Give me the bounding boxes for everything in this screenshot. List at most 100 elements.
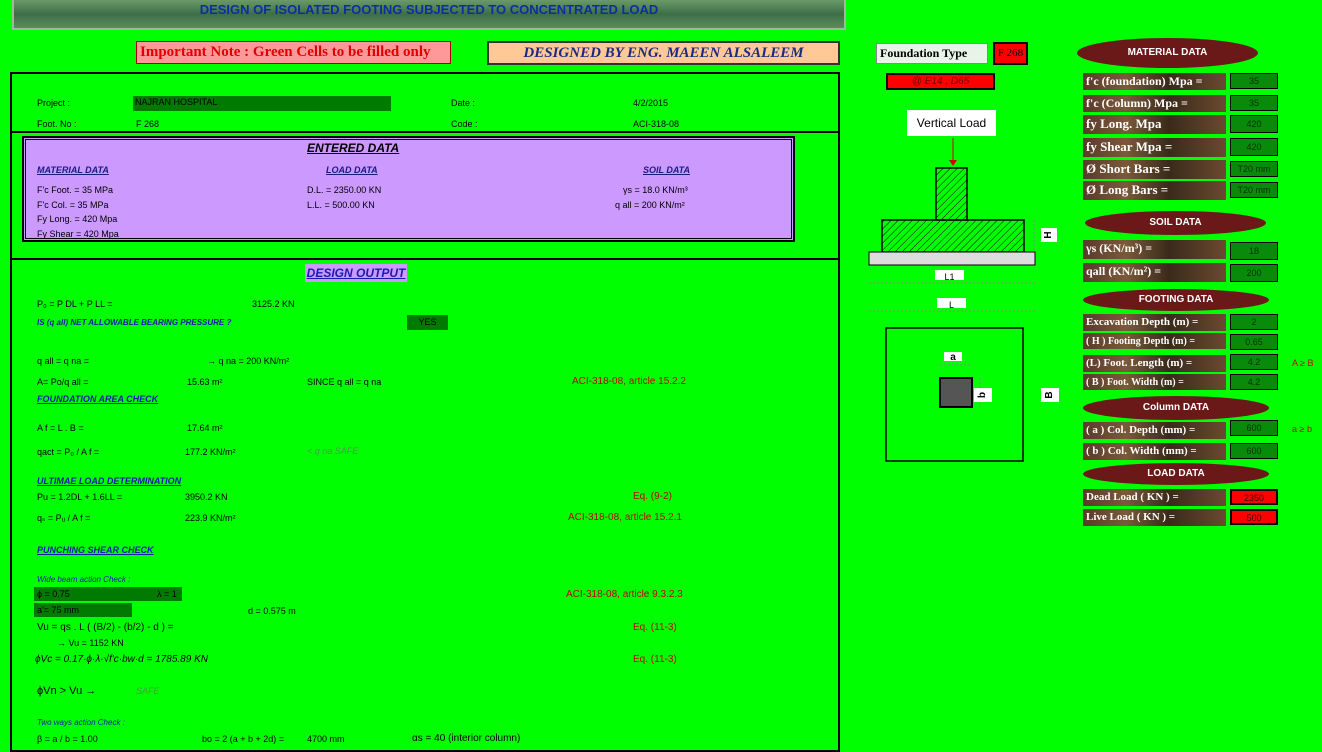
dead-load-label: Dead Load ( KN ) =	[1083, 489, 1226, 506]
area-equation: A= Po/q all =	[37, 377, 89, 387]
ultimate-load-heading: ULTIMAE LOAD DETERMINATION	[37, 476, 182, 486]
design-output-title: DESIGN OUTPUT	[305, 264, 407, 282]
a-ge-b-note-1: A ≥ B	[1292, 358, 1314, 368]
dead-load: D.L. = 2350.00 KN	[307, 185, 382, 195]
qall-equation: q all = q na =	[37, 356, 90, 366]
fy-shear: Fy Shear = 420 Mpa	[37, 229, 119, 239]
lambda-value: λ = 1	[157, 589, 177, 599]
fy-long-input[interactable]: 420	[1230, 115, 1278, 133]
foundation-area-check: FOUNDATION AREA CHECK	[37, 394, 159, 404]
po-equation: P₀ = P DL + P LL =	[37, 299, 113, 309]
bo-value: 4700 mm	[307, 734, 345, 744]
load-data-header: LOAD DATA	[1083, 463, 1269, 485]
soil-gamma-input[interactable]: 18	[1230, 242, 1278, 260]
aci-reference-3: ACI-318-08, article 9.3.2.3	[566, 589, 683, 600]
fc-foundation-label: f'c (foundation) Mpa =	[1083, 73, 1226, 90]
beta-value: β = a / b = 1.00	[37, 734, 98, 744]
footing-elevation	[881, 219, 1025, 253]
aci-reference-2: ACI-318-08, article 15.2.1	[568, 512, 682, 523]
safe-status-2: SAFE	[136, 686, 160, 696]
footing-width-label: ( B ) Foot. Width (m) =	[1083, 374, 1226, 390]
safe-status-1: < q na SAFE	[307, 446, 359, 456]
soil-qall-input[interactable]: 200	[1230, 264, 1278, 282]
footing-length-input[interactable]: 4.2	[1230, 354, 1278, 370]
po-value: 3125.2 KN	[252, 299, 295, 309]
fy-shear-label: fy Shear Mpa =	[1083, 138, 1226, 157]
live-load-input[interactable]: 500	[1230, 509, 1278, 525]
alpha-value: αs = 40 (interior column)	[412, 733, 521, 744]
designed-by-banner: DESIGNED BY ENG. MAEEN ALSALEEM	[487, 41, 840, 65]
qs-value: 223.9 KN/m²	[185, 513, 236, 523]
two-way-heading: Two ways action Check :	[37, 718, 125, 727]
live-load-label: Live Load ( KN ) =	[1083, 509, 1226, 526]
column-data-header: Column DATA	[1083, 396, 1269, 420]
soil-unit-weight: γs = 18.0 KN/m³	[623, 185, 688, 195]
pu-equation: Pu = 1.2DL + 1.6LL =	[37, 492, 123, 502]
fc-foot: F'c Foot. = 35 MPa	[37, 185, 113, 195]
qact-value: 177.2 KN/m²	[185, 447, 236, 457]
code-value: ACI-318-08	[633, 119, 680, 129]
long-bars-input[interactable]: T20 mm	[1230, 182, 1278, 198]
long-bars-label: Ø Long Bars =	[1083, 181, 1226, 200]
pu-value: 3950.2 KN	[185, 492, 228, 502]
entered-data-title: ENTERED DATA	[307, 141, 400, 155]
l-dimension: L	[937, 298, 966, 308]
vu-equation: Vu = qs . L ( (B/2) - (b/2) - d ) =	[37, 622, 174, 633]
yes-cell[interactable]: YES	[407, 315, 448, 330]
foundation-type-value[interactable]: F 268	[993, 42, 1028, 65]
footing-depth-input[interactable]: 0.65	[1230, 334, 1278, 350]
af-equation: A f = L . B =	[37, 423, 84, 433]
soil-data-header: SOIL DATA	[1085, 211, 1266, 235]
vn-check: ϕVn > Vu →	[37, 685, 97, 697]
project-label: Project :	[37, 98, 71, 108]
fy-shear-input[interactable]: 420	[1230, 138, 1278, 156]
sheet-title: DESIGN OF ISOLATED FOOTING SUBJECTED TO …	[12, 0, 846, 30]
footing-width-input[interactable]: 4.2	[1230, 374, 1278, 390]
excavation-depth-input[interactable]: 2	[1230, 314, 1278, 330]
h-dimension: H	[1041, 228, 1057, 242]
bb-dimension: B	[1041, 388, 1059, 402]
since-text: SINCE q all = q na	[307, 377, 382, 387]
date-value: 4/2/2015	[633, 98, 669, 108]
area-value: 15.63 m²	[187, 377, 223, 387]
a-dimension: a	[944, 352, 962, 361]
l1-dimension: L1	[935, 270, 964, 280]
fc-col: F'c Col. = 35 MPa	[37, 200, 109, 210]
project-input[interactable]: NAJRAN HOSPITAL	[133, 96, 391, 111]
date-label: Date :	[451, 98, 476, 108]
column-width-label: ( b ) Col. Width (mm) =	[1083, 443, 1226, 460]
fy-long: Fy Long. = 420 Mpa	[37, 214, 118, 224]
bo-equation: bo = 2 (a + b + 2d) =	[202, 734, 285, 744]
load-data-heading: LOAD DATA	[326, 165, 378, 175]
short-bars-label: Ø Short Bars =	[1083, 160, 1226, 179]
short-bars-input[interactable]: T20 mm	[1230, 161, 1278, 177]
foot-no-value: F 268	[136, 119, 160, 129]
phi-value: ϕ = 0.75	[37, 589, 70, 599]
fc-foundation-input[interactable]: 35	[1230, 73, 1278, 89]
column-depth-input[interactable]: 600	[1230, 420, 1278, 436]
column-plan	[939, 377, 973, 408]
live-load: L.L. = 500.00 KN	[307, 200, 375, 210]
grid-reference: @ E14 , D65	[886, 73, 995, 90]
column-elevation	[935, 167, 968, 221]
net-bearing-question: IS (q all) NET ALLOWABLE BEARING PRESSUR…	[37, 318, 232, 327]
important-note: Important Note : Green Cells to be fille…	[136, 41, 451, 64]
eq-9-2: Eq. (9-2)	[633, 491, 672, 502]
dead-load-input[interactable]: 2350	[1230, 489, 1278, 505]
eq-11-3-a: Eq. (11-3)	[633, 622, 677, 633]
qact-equation: qact = P₀ / A f =	[37, 447, 100, 457]
footing-data-header: FOOTING DATA	[1083, 289, 1269, 311]
divider	[10, 258, 840, 260]
b-dimension: b	[974, 388, 992, 402]
code-label: Code :	[451, 119, 478, 129]
fc-column-label: f'c (Column) Mpa =	[1083, 95, 1226, 112]
fc-column-input[interactable]: 35	[1230, 95, 1278, 111]
a-ge-b-note-2: a ≥ b	[1292, 424, 1312, 434]
allowable-bearing: q all = 200 KN/m²	[615, 200, 685, 210]
foot-no-label: Foot. No :	[37, 119, 77, 129]
divider	[10, 131, 840, 133]
column-width-input[interactable]: 600	[1230, 443, 1278, 459]
excavation-depth-label: Excavation Depth (m) =	[1083, 314, 1226, 331]
eq-11-3-b: Eq. (11-3)	[633, 654, 677, 665]
foundation-type-label: Foundation Type	[876, 43, 988, 64]
